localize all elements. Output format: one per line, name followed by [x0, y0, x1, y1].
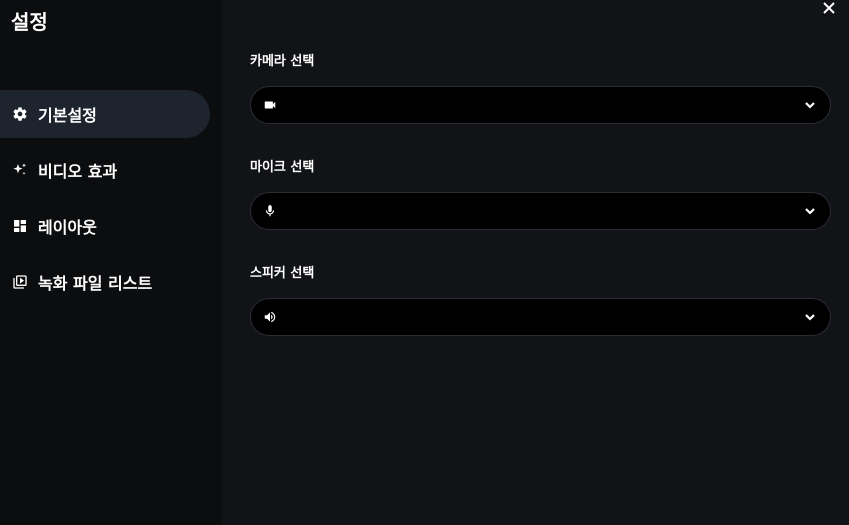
close-button[interactable] [819, 0, 839, 18]
speaker-label: 스피커 선택 [250, 266, 315, 281]
settings-dialog: 설정 기본설정 비디오 효과 레이아웃 녹화 파일 리스트 카메라 선택 마이크… [0, 0, 849, 525]
chevron-down-icon [804, 96, 816, 115]
sidebar-item-label: 기본설정 [38, 106, 97, 125]
close-icon [823, 2, 835, 14]
mic-field: 마이크 선택 [250, 158, 831, 230]
sidebar: 설정 기본설정 비디오 효과 레이아웃 녹화 파일 리스트 [0, 0, 222, 525]
sidebar-item-label: 비디오 효과 [38, 162, 118, 181]
sidebar-item-recording-list[interactable]: 녹화 파일 리스트 [0, 258, 210, 306]
sidebar-title: 설정 [11, 10, 48, 34]
chevron-down-icon [804, 202, 816, 221]
settings-content: 카메라 선택 마이크 선택 스피커 선택 [222, 0, 849, 525]
mic-label: 마이크 선택 [250, 160, 315, 175]
camera-label: 카메라 선택 [250, 54, 315, 69]
speaker-select[interactable] [250, 298, 831, 336]
video-library-icon [12, 274, 28, 290]
camera-select[interactable] [250, 86, 831, 124]
chevron-down-icon [804, 308, 816, 327]
sidebar-item-layout[interactable]: 레이아웃 [0, 202, 210, 250]
dashboard-icon [12, 218, 28, 234]
sidebar-item-label: 레이아웃 [38, 218, 97, 237]
gear-icon [12, 106, 28, 122]
speaker-icon [263, 310, 277, 324]
sidebar-item-label: 녹화 파일 리스트 [38, 274, 153, 293]
camera-field: 카메라 선택 [250, 52, 831, 124]
speaker-field: 스피커 선택 [250, 264, 831, 336]
sidebar-nav: 기본설정 비디오 효과 레이아웃 녹화 파일 리스트 [0, 90, 210, 314]
sidebar-item-basic-settings[interactable]: 기본설정 [0, 90, 210, 138]
sidebar-item-video-effects[interactable]: 비디오 효과 [0, 146, 210, 194]
video-camera-icon [263, 98, 277, 112]
mic-select[interactable] [250, 192, 831, 230]
sparkle-icon [12, 162, 28, 178]
microphone-icon [263, 204, 277, 218]
